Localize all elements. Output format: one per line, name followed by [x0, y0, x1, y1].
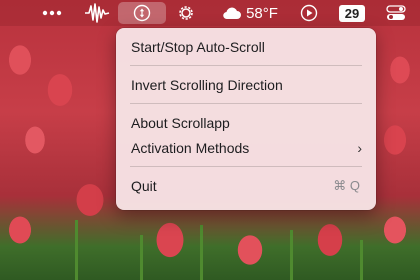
calendar-date-badge[interactable]: 29	[336, 0, 368, 26]
quit-shortcut: ⌘ Q	[333, 177, 360, 193]
menu-bar: 58°F 29	[0, 0, 420, 26]
tulip-stem	[360, 240, 363, 280]
ellipsis-icon[interactable]	[38, 0, 66, 26]
cloud-icon	[223, 7, 242, 20]
menu-item-invert-scrolling[interactable]: Invert Scrolling Direction	[116, 72, 376, 97]
tulip-stem	[140, 235, 143, 280]
menu-item-label: Activation Methods	[131, 139, 250, 156]
waveform-icon[interactable]	[82, 0, 112, 26]
menu-item-about[interactable]: About Scrollapp	[116, 110, 376, 135]
menu-item-start-stop-auto-scroll[interactable]: Start/Stop Auto-Scroll	[116, 34, 376, 59]
tulip-stem	[290, 230, 293, 280]
chevron-right-icon: ›	[357, 139, 362, 156]
menu-separator	[130, 65, 362, 66]
menu-item-label: Invert Scrolling Direction	[131, 76, 283, 93]
menu-item-quit[interactable]: Quit ⌘ Q	[116, 173, 376, 198]
menu-item-label: About Scrollapp	[131, 114, 230, 131]
tulip-stem	[75, 220, 78, 280]
weather-temperature: 58°F	[246, 4, 278, 22]
menu-separator	[130, 166, 362, 167]
play-icon[interactable]	[296, 0, 322, 26]
scrollapp-dropdown-menu: Start/Stop Auto-Scroll Invert Scrolling …	[116, 28, 376, 210]
date-number: 29	[339, 4, 365, 22]
gear-icon[interactable]	[172, 0, 200, 26]
menu-separator	[130, 103, 362, 104]
menu-item-label: Quit	[131, 177, 157, 194]
menu-item-label: Start/Stop Auto-Scroll	[131, 38, 265, 55]
tulip-stem	[200, 225, 203, 280]
toggles-icon[interactable]	[382, 0, 410, 26]
menu-item-activation-methods[interactable]: Activation Methods ›	[116, 135, 376, 160]
scroll-up-down-icon[interactable]	[118, 2, 166, 24]
weather-widget[interactable]: 58°F	[218, 0, 282, 26]
